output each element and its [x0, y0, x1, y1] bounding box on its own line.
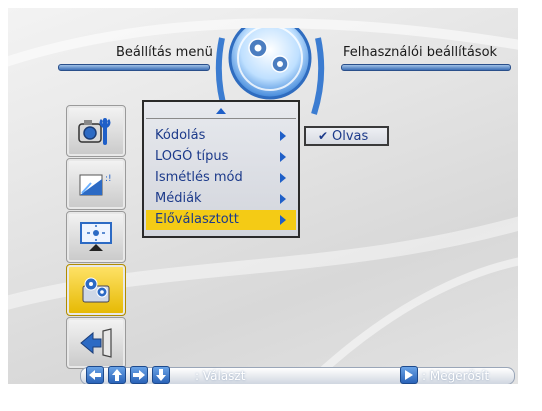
svg-text::!: :! — [105, 174, 112, 184]
menu-item-label: Kódolás — [155, 128, 206, 143]
arrow-right-icon — [133, 370, 145, 380]
menu-item-label: Előválasztott — [155, 212, 239, 227]
menu-item-mediak[interactable]: Médiák — [146, 189, 296, 209]
header-rule-left — [58, 64, 210, 71]
sidebar-item-camera-settings[interactable] — [66, 105, 126, 157]
menu-item-logo-tipus[interactable]: LOGÓ típus — [146, 147, 296, 167]
chevron-right-icon — [280, 152, 286, 162]
confirm-hint-label: : Megerősít — [422, 369, 490, 383]
select-hint-label: : Választ — [195, 369, 246, 383]
scroll-up-arrow-icon — [216, 108, 226, 114]
sidebar-item-user-settings[interactable] — [66, 264, 126, 316]
chevron-right-icon — [280, 173, 286, 183]
nav-right-key — [130, 366, 148, 384]
page-title-right: Felhasználói beállítások — [343, 45, 498, 60]
arrow-up-icon — [112, 369, 122, 381]
submenu-option-label: Olvas — [332, 129, 369, 144]
sidebar-item-screen[interactable] — [66, 211, 126, 263]
exit-door-icon — [80, 328, 112, 358]
header-rule-right — [341, 64, 511, 71]
menu-item-elovalasztott[interactable]: Előválasztott — [146, 210, 296, 230]
menu-item-label: LOGÓ típus — [155, 149, 229, 164]
arrow-down-icon — [156, 369, 166, 381]
chevron-right-icon — [280, 194, 286, 204]
chevron-right-icon — [280, 215, 286, 225]
sidebar-item-projector[interactable]: :! — [66, 158, 126, 210]
projector-icon: :! — [79, 174, 112, 196]
settings-menu: Kódolás LOGÓ típus Ismétlés mód Médiák E… — [142, 100, 300, 238]
nav-enter-key — [400, 366, 418, 384]
osd-screen: Beállítás menü Felhasználói beállítások — [8, 8, 518, 384]
submenu-option-olvas[interactable]: ✔ Olvas — [304, 126, 389, 146]
camera-settings-icon — [78, 118, 111, 145]
nav-up-key — [108, 366, 126, 384]
screen-icon — [80, 222, 112, 251]
menu-item-label: Ismétlés mód — [155, 170, 243, 185]
menu-item-ismetles-mod[interactable]: Ismétlés mód — [146, 168, 296, 188]
menu-item-label: Médiák — [155, 191, 202, 206]
gear-settings-icon — [82, 277, 110, 303]
nav-down-key — [152, 366, 170, 384]
page-title-left: Beállítás menü — [116, 45, 213, 60]
arrow-left-icon — [89, 370, 101, 380]
play-icon — [405, 370, 413, 380]
menu-scroll-up[interactable] — [146, 104, 296, 119]
chevron-right-icon — [280, 131, 286, 141]
checkmark-icon: ✔ — [318, 129, 329, 143]
menu-item-kodolas[interactable]: Kódolás — [146, 126, 296, 146]
nav-left-key — [86, 366, 104, 384]
sidebar-item-exit[interactable] — [66, 317, 126, 369]
